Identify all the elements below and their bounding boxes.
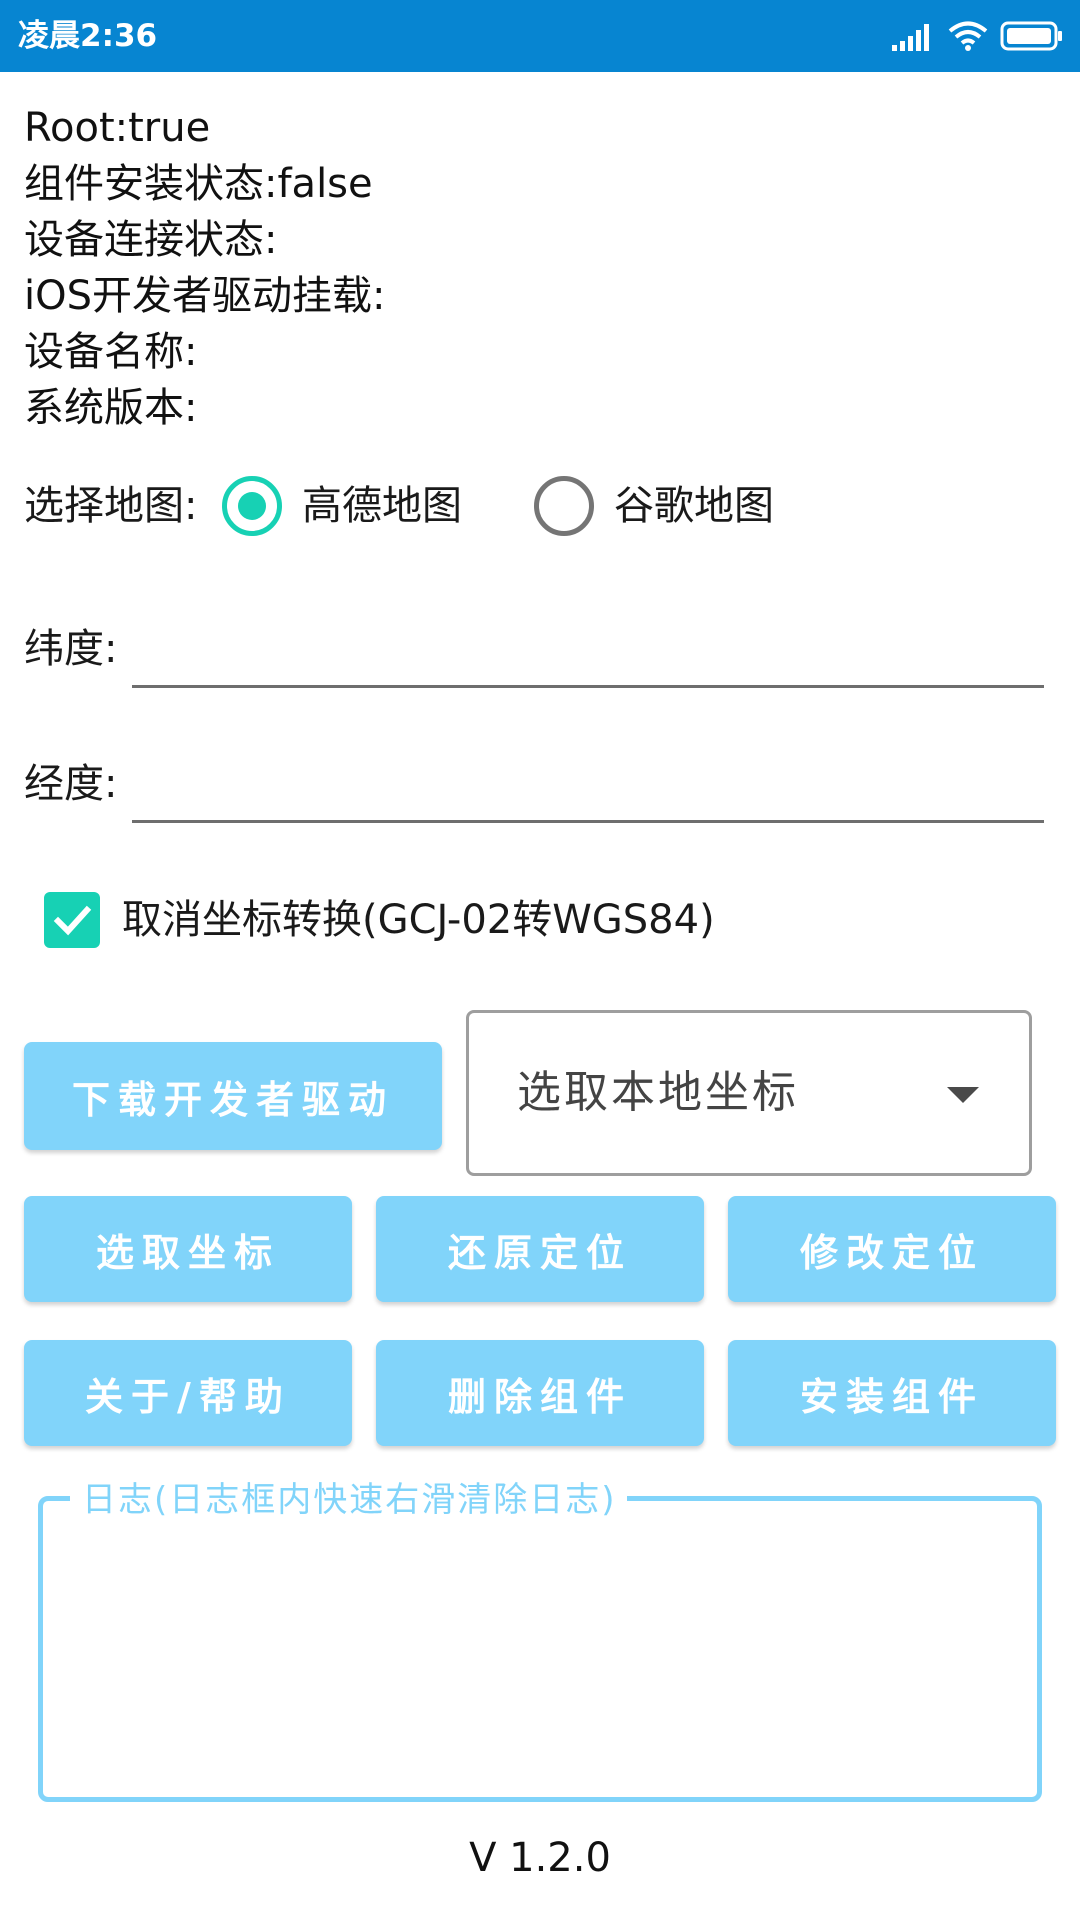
map-select: 选择地图: 高德地图 谷歌地图 xyxy=(24,474,1064,538)
radio-amap-label[interactable]: 高德地图 xyxy=(302,474,462,538)
cancel-conversion-checkbox[interactable] xyxy=(44,892,100,948)
pick-coordinates-button[interactable]: 选取坐标 xyxy=(24,1196,352,1302)
status-icons xyxy=(892,18,1064,54)
local-coordinates-dropdown[interactable]: 选取本地坐标 xyxy=(466,1010,1032,1176)
status-bar: 凌晨2:36 xyxy=(0,0,1080,72)
cancel-conversion-label[interactable]: 取消坐标转换(GCJ-02转WGS84) xyxy=(122,890,715,950)
log-title: 日志(日志框内快速右滑清除日志) xyxy=(70,1480,627,1520)
wifi-icon xyxy=(948,20,988,52)
device-name: 设备名称: xyxy=(24,329,198,375)
modify-location-button[interactable]: 修改定位 xyxy=(728,1196,1056,1302)
system-version: 系统版本: xyxy=(24,385,198,431)
latitude-label: 纬度: xyxy=(24,626,118,672)
longitude-input[interactable] xyxy=(132,759,1044,823)
longitude-label: 经度: xyxy=(24,761,118,807)
status-time: 凌晨2:36 xyxy=(18,18,158,54)
ios-driver-mount-status: iOS开发者驱动挂载: xyxy=(24,273,386,319)
radio-amap[interactable] xyxy=(222,476,282,536)
root-status: Root:true xyxy=(24,105,211,151)
delete-component-button[interactable]: 删除组件 xyxy=(376,1340,704,1446)
component-install-status: 组件安装状态:false xyxy=(24,161,373,207)
check-icon xyxy=(53,905,92,936)
device-info: Root:true 组件安装状态:false 设备连接状态: iOS开发者驱动挂… xyxy=(24,100,385,436)
about-help-button[interactable]: 关于/帮助 xyxy=(24,1340,352,1446)
map-select-label: 选择地图: xyxy=(24,483,198,529)
dropdown-arrow-icon xyxy=(947,1087,979,1103)
signal-icon xyxy=(892,21,936,51)
radio-google-maps[interactable] xyxy=(534,476,594,536)
install-component-button[interactable]: 安装组件 xyxy=(728,1340,1056,1446)
latitude-input[interactable] xyxy=(132,624,1044,688)
log-box[interactable] xyxy=(38,1496,1042,1802)
dropdown-value: 选取本地坐标 xyxy=(517,1067,799,1118)
app-screen: 凌晨2:36 Root:true 组件安装状态:false 设备连接状态: iO… xyxy=(0,0,1080,1920)
restore-location-button[interactable]: 还原定位 xyxy=(376,1196,704,1302)
log-content xyxy=(63,1531,1017,1777)
device-connection-status: 设备连接状态: xyxy=(24,217,278,263)
version-label: V 1.2.0 xyxy=(469,1835,611,1881)
battery-icon xyxy=(1000,21,1064,51)
download-driver-button[interactable]: 下载开发者驱动 xyxy=(24,1042,442,1150)
radio-google-maps-label[interactable]: 谷歌地图 xyxy=(614,474,774,538)
